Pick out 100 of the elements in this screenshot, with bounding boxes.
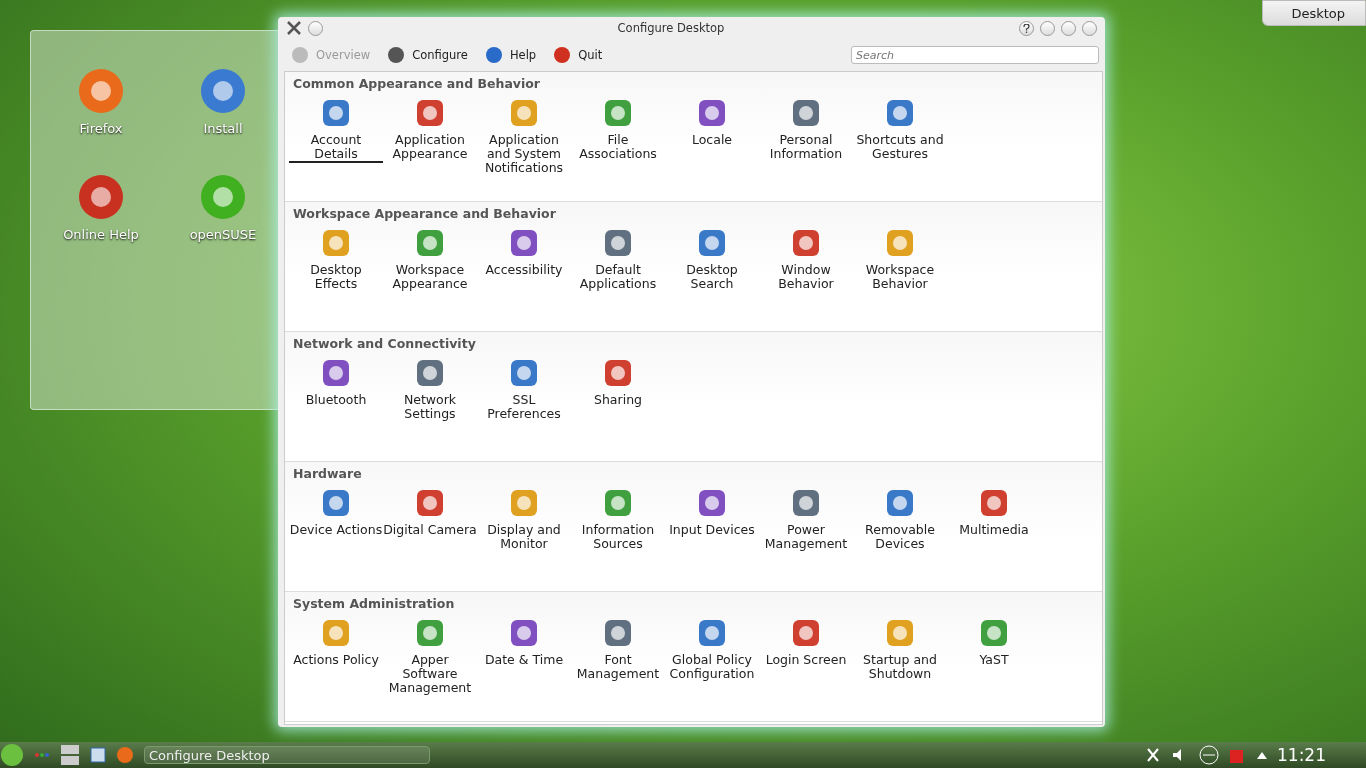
section-title: Network and Connectivity [293,336,477,351]
module-link[interactable]: Device Actions [289,523,383,539]
module-link[interactable]: Startup and Shutdown [853,653,947,683]
module-link[interactable]: Power Management [759,523,853,553]
tile-icon [884,487,916,519]
maximize-button[interactable] [1061,20,1076,36]
module-link[interactable]: Display and Monitor [477,523,571,553]
module-link[interactable]: Application and System Notifications [477,133,571,177]
section-title: Common Appearance and Behavior [293,76,542,91]
module-link[interactable]: Input Devices [669,523,755,539]
tile-icon [414,357,446,389]
tile-icon [508,487,540,519]
tile-icon [320,617,352,649]
module-link[interactable]: Digital Camera [383,523,477,539]
toolbar-button[interactable]: Help [477,43,543,67]
tile-icon [602,227,634,259]
tile-icon [320,487,352,519]
module-link[interactable]: Login Screen [765,653,847,669]
tile-icon [884,617,916,649]
module-link[interactable]: Account Details [289,133,383,163]
menu-button[interactable] [308,20,323,36]
module-link[interactable]: Application Appearance [383,133,477,163]
help-icon [1023,23,1030,33]
tile-icon [320,97,352,129]
module-link[interactable]: Workspace Appearance [383,263,477,293]
task-button[interactable]: Configure Desktop [144,746,430,764]
module-link[interactable]: YaST [979,653,1009,669]
tile-icon [696,617,728,649]
clock[interactable]: 11:21 [1277,745,1326,765]
tile-icon [320,357,352,389]
module-link[interactable]: Desktop Effects [289,263,383,293]
module-link[interactable]: Personal Information [759,133,853,163]
desktop-button[interactable]: Desktop [1262,0,1366,26]
browser-icon[interactable] [116,746,134,764]
search-field[interactable]: Search [851,46,1099,64]
tile-icon [508,227,540,259]
module-link[interactable]: Multimedia [959,523,1029,539]
module-link[interactable]: File Associations [571,133,665,163]
tools-icon [286,20,302,36]
close-button[interactable] [1082,20,1097,36]
tile-icon [414,617,446,649]
scissors-icon[interactable] [1145,747,1161,763]
toolbar-icon [552,45,573,65]
app-icon[interactable] [199,67,247,115]
toolbar-icon [290,45,310,65]
tile-icon [884,97,916,129]
tile-icon [696,487,728,519]
help-button[interactable] [1019,20,1034,36]
module-link[interactable]: Global Policy Configuration [665,653,759,683]
toolbar-button[interactable]: Quit [546,43,609,67]
module-link[interactable]: Network Settings [383,393,477,423]
section-title: System Administration [293,596,456,611]
module-link[interactable]: Default Applications [571,263,665,293]
module-link[interactable]: Removable Devices [853,523,947,553]
arrow-up-icon[interactable] [1257,751,1267,759]
tile-icon [508,97,540,129]
module-link[interactable]: Workspace Behavior [853,263,947,293]
tile-icon [508,357,540,389]
module-link[interactable]: Actions Policy [293,653,379,669]
section-title: Workspace Appearance and Behavior [293,206,557,221]
tile-icon [790,227,822,259]
file-manager-icon[interactable] [90,747,106,763]
minimize-button[interactable] [1040,20,1055,36]
tile-icon [790,97,822,129]
tile-icon [696,97,728,129]
tile-icon [414,97,446,129]
menu-icon[interactable] [0,743,24,767]
app-icon[interactable] [77,173,125,221]
tile-icon [320,227,352,259]
module-link[interactable]: Accessibility [485,263,563,279]
window-title: Configure Desktop [616,21,726,35]
tile-icon [414,227,446,259]
module-link[interactable]: Sharing [594,393,642,409]
tile-icon [978,617,1010,649]
tile-icon [696,227,728,259]
module-link[interactable]: Font Management [571,653,665,683]
module-link[interactable]: Bluetooth [305,393,367,409]
toolbar-button[interactable]: Configure [380,43,474,67]
module-link[interactable]: Apper Software Management [383,653,477,697]
tile-icon [978,487,1010,519]
tile-icon [884,227,916,259]
section-title: Hardware [293,466,363,481]
toolbar-icon [386,45,407,65]
tile-icon [602,357,634,389]
tile-icon [414,487,446,519]
drawer-icon[interactable] [60,744,80,766]
tile-icon [790,487,822,519]
tile-icon [602,617,634,649]
tile-icon [602,97,634,129]
module-link[interactable]: Information Sources [571,523,665,553]
app-icon[interactable] [199,173,247,221]
module-link[interactable]: Desktop Search [665,263,759,293]
module-link[interactable]: Date & Time [484,653,564,669]
dots-icon[interactable] [34,752,50,758]
app-icon[interactable] [77,67,125,115]
module-link[interactable]: Window Behavior [759,263,853,293]
tile-icon [790,617,822,649]
module-link[interactable]: SSL Preferences [477,393,571,423]
module-link[interactable]: Shortcuts and Gestures [853,133,947,163]
module-link[interactable]: Locale [691,133,733,149]
